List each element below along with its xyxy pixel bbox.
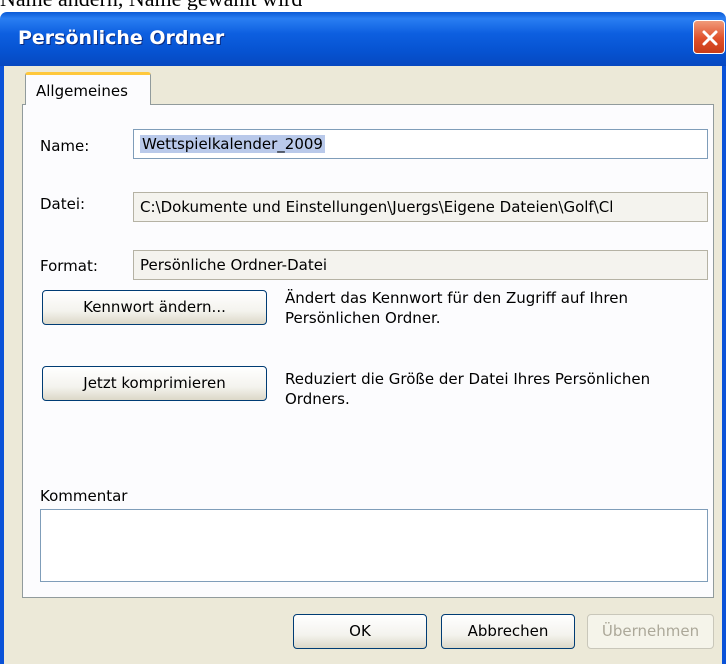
compact-description-line: Ordners. [285, 390, 350, 408]
datei-value: C:\Dokumente und Einstellungen\Juergs\Ei… [140, 198, 614, 216]
comment-textarea[interactable] [40, 509, 708, 582]
datei-label: Datei: [40, 195, 86, 213]
tab-allgemeines[interactable]: Allgemeines [25, 72, 151, 105]
name-value: Wettspielkalender_2009 [140, 135, 325, 153]
cancel-button[interactable]: Abbrechen [441, 614, 575, 649]
ok-button[interactable]: OK [293, 614, 427, 649]
name-field[interactable]: Wettspielkalender_2009 [133, 129, 708, 159]
apply-button[interactable]: Übernehmen [587, 614, 714, 649]
compact-now-button[interactable]: Jetzt komprimieren [42, 366, 267, 401]
compact-description-line: Reduziert die Größe der Datei Ihres Pers… [285, 370, 651, 388]
compact-description: Reduziert die Größe der Datei Ihres Pers… [285, 369, 650, 409]
format-label: Format: [40, 257, 98, 275]
change-password-description-line: Persönlichen Ordner. [285, 309, 441, 327]
change-password-description: Ändert das Kennwort für den Zugriff auf … [285, 288, 628, 328]
title-bar[interactable]: Persönliche Ordner [0, 12, 726, 66]
name-label: Name: [40, 137, 90, 155]
comment-label: Kommentar [40, 487, 128, 505]
close-icon [702, 30, 718, 46]
change-password-description-line: Ändert das Kennwort für den Zugriff auf … [285, 289, 628, 307]
format-value: Persönliche Ordner-Datei [140, 256, 328, 274]
datei-field[interactable]: C:\Dokumente und Einstellungen\Juergs\Ei… [133, 192, 708, 222]
format-field: Persönliche Ordner-Datei [133, 250, 708, 280]
close-button[interactable] [693, 20, 725, 54]
change-password-button[interactable]: Kennwort ändern... [42, 290, 267, 325]
background-text: Name andern, Name gewählt wird [0, 0, 302, 10]
tab-label: Allgemeines [36, 82, 128, 100]
window-frame-right [722, 66, 726, 664]
window-title: Persönliche Ordner [18, 27, 225, 49]
